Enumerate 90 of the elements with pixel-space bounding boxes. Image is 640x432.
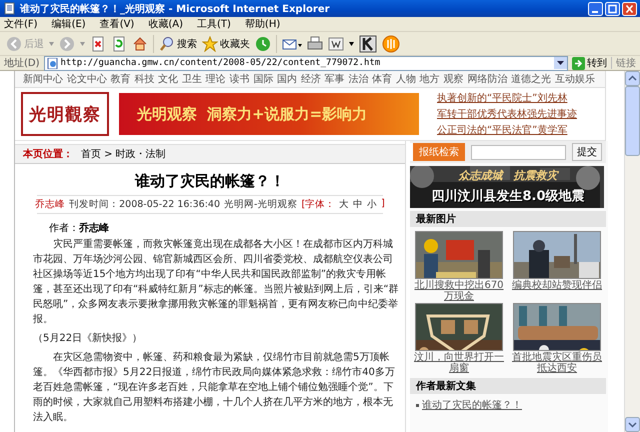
- font-size-label: [字体：: [301, 198, 336, 211]
- source-text: 光明网-光明观察: [224, 198, 298, 211]
- photo-caption[interactable]: 汶川，向世界打开一扇窗: [413, 352, 505, 374]
- nav-link[interactable]: 卫生: [182, 72, 202, 86]
- article-title: 谁动了灾民的帐篷？！: [135, 172, 285, 191]
- menu-item[interactable]: 查看(V): [100, 17, 134, 31]
- nav-link[interactable]: 互动娱乐: [554, 72, 595, 86]
- bracket-text: ]: [381, 198, 385, 211]
- nav-link[interactable]: 法治: [348, 72, 368, 86]
- banner-slogan: 众志成城 抗震救灾: [457, 168, 560, 183]
- page-icon: [3, 2, 16, 15]
- url-text: http://guancha.gmw.cn/content/2008-05/22/content_779072.htm: [60, 58, 382, 68]
- font-size-link[interactable]: 小: [367, 198, 378, 211]
- article-link[interactable]: 谁动了灾民的帐篷？！: [422, 398, 522, 412]
- search-button[interactable]: 搜索: [159, 36, 197, 52]
- nav-link[interactable]: 网络防治: [467, 72, 508, 86]
- links-button[interactable]: 链接: [616, 56, 636, 70]
- nav-link[interactable]: 文化: [158, 72, 178, 86]
- menu-item[interactable]: 帮助(H): [244, 17, 280, 31]
- section-heading: 作者最新文集: [410, 378, 606, 394]
- banner-brand: 光明观察: [137, 104, 197, 124]
- menu-item[interactable]: 工具(T): [197, 17, 231, 31]
- nav-link[interactable]: 教育: [110, 72, 131, 86]
- source-note: （5月22日《新快报》）: [33, 332, 144, 346]
- font-size-link[interactable]: 中: [353, 198, 364, 211]
- banner-headline: 四川汶川县发生8.0级地震: [430, 188, 586, 205]
- go-button[interactable]: 转到: [572, 56, 607, 70]
- photo-caption[interactable]: 首批地震灾区重伤员抵达西安: [511, 352, 603, 374]
- nav-link[interactable]: 经济: [300, 72, 321, 86]
- font-size-link[interactable]: 大: [339, 198, 350, 211]
- publish-time: 刊发时间：2008-05-22 16:36:40: [69, 198, 220, 211]
- author-byline: 作者：乔志峰: [49, 222, 110, 235]
- nav-link[interactable]: 读书: [229, 72, 250, 86]
- nav-link[interactable]: 观察: [444, 72, 464, 86]
- address-label: 地址(D): [4, 56, 40, 70]
- scroll-up-button[interactable]: [625, 71, 640, 86]
- photo-caption[interactable]: 北川搜救中挖出670万现金: [413, 280, 505, 302]
- stop-button[interactable]: [90, 36, 106, 52]
- photo-caption[interactable]: 编典校却站赞现伴侣: [511, 280, 603, 291]
- close-button[interactable]: [622, 2, 637, 16]
- author-link[interactable]: 乔志峰: [35, 198, 66, 211]
- nav-link[interactable]: 科技: [134, 72, 154, 86]
- search-icon: [159, 36, 175, 52]
- site-logo: 光明觀察: [21, 92, 109, 136]
- nav-link[interactable]: 地方: [420, 72, 440, 86]
- scroll-thumb[interactable]: [625, 86, 640, 156]
- submit-button[interactable]: 提交: [572, 143, 602, 161]
- maximize-button[interactable]: [605, 2, 620, 16]
- window-title: 谁动了灾民的帐篷？！_光明观察 - Microsoft Internet Explorer: [20, 2, 331, 16]
- nav-link[interactable]: 国内: [277, 72, 298, 86]
- home-button[interactable]: [132, 36, 148, 52]
- nav-link[interactable]: 论文中心: [66, 72, 107, 86]
- nav-link[interactable]: 国际: [253, 72, 274, 86]
- dropdown-caret-icon: [49, 42, 54, 46]
- nav-link[interactable]: 理论: [206, 72, 226, 86]
- favorites-button[interactable]: 收藏夹: [202, 36, 250, 52]
- menu-item[interactable]: 编辑(E): [52, 17, 86, 31]
- history-button[interactable]: [255, 36, 271, 52]
- breadcrumb-label: 本页位置：: [23, 148, 73, 161]
- article-paragraph: 在灾区急需物资中，帐篷、药和粮食最为紧缺，仅绵竹市目前就急需5万顶帐篷。《华西都市报》5月22日报道，绵竹市民政局向媒体紧急求救：绵竹市40多万老百姓急需帐篷，“现在许多老百姓，只能拿草在空地上铺个铺位勉强睡个觉”。下雨的时候，大家就自己用塑料布搭建小棚，十几个人挤在几平方米的地方，根本无法入眠。: [33, 350, 396, 425]
- search-label: 报纸检索: [410, 143, 465, 161]
- nav-link[interactable]: 人物: [396, 72, 416, 86]
- dropdown-button[interactable]: [554, 57, 567, 69]
- menu-item[interactable]: 文件(F): [4, 17, 38, 31]
- minimize-button[interactable]: [588, 2, 603, 16]
- headline-link[interactable]: 执著创新的“平民院士”刘先林: [437, 91, 577, 105]
- star-icon: [202, 36, 218, 52]
- k-button[interactable]: [359, 34, 377, 52]
- breadcrumb-path[interactable]: 首页 > 时政・法制: [81, 147, 166, 161]
- nav-link[interactable]: 体育: [372, 72, 392, 86]
- banner-slogan: 洞察力+说服力=影响力: [207, 104, 368, 124]
- scroll-down-button[interactable]: [625, 417, 640, 432]
- headline-link[interactable]: 军转干部优秀代表林强先进事迹: [437, 107, 577, 121]
- printer-button[interactable]: [307, 36, 323, 52]
- nav-link[interactable]: 道德之光: [511, 72, 552, 86]
- article-paragraph: 灾民严重需要帐篷，而救灾帐篷竟出现在成都各大小区！在成都市区内万科城市花园、万年场沙河公园、锦官新城西区会所、四川省委党校、成都航空仪表公司社区操场等近15个地方均出现了印有“中华人民共和国民政部监制”的救灾专用帐篷，甚至还出现了印有“科威特红新月”标志的帐篷。当照片被贴到网上后，引来“群民怒吼”，众多网友表示要揪拿挪用救灾帐篷的罪魁祸首，更有网友称已向中纪委举报。: [33, 238, 400, 327]
- dropdown-caret-icon: [80, 42, 85, 46]
- menu-item[interactable]: 收藏(A): [148, 17, 183, 31]
- search-field[interactable]: [471, 144, 566, 160]
- nav-link[interactable]: 新闻中心: [23, 72, 63, 86]
- section-heading: 最新图片: [410, 211, 606, 227]
- page-icon: [46, 58, 58, 68]
- nav-link[interactable]: 军事: [324, 72, 345, 86]
- media-button[interactable]: [382, 34, 400, 52]
- bullet-icon: [416, 404, 419, 406]
- word-button[interactable]: [328, 36, 344, 52]
- address-field[interactable]: http://guancha.gmw.cn/content/2008-05/22/content_779072.htm: [44, 56, 568, 70]
- refresh-button[interactable]: [111, 36, 127, 52]
- dropdown-caret-icon: [349, 42, 354, 46]
- headline-link[interactable]: 公正司法的“平民法官”黄学军: [437, 123, 577, 137]
